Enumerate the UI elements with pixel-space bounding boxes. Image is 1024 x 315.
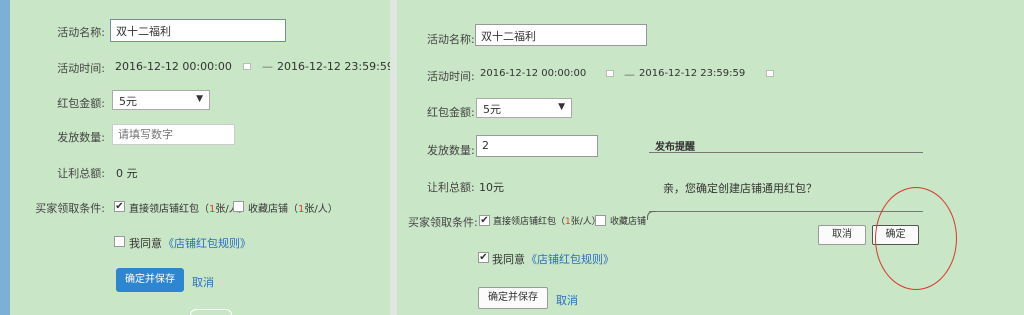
highlight-circle [875,187,957,290]
end-time[interactable]: 2016-12-12 23:59:59 [277,60,394,73]
agree-text: 我同意 [129,237,162,250]
screenshot-divider [390,0,397,315]
r-activity-name-value: 双十二福利 [481,30,536,43]
chevron-down-icon: ▼ [196,94,203,104]
r-condition-1-checkbox[interactable]: ✔ [479,215,490,226]
cancel-link[interactable]: 取消 [192,274,214,290]
r-start-time[interactable]: 2016-12-12 00:00:00 [480,68,586,79]
amount-value: 5元 [119,95,137,108]
r-profit-value: 10元 [479,181,504,194]
condition-2-text: 收藏店铺（1张/人） [248,200,338,215]
left-form-panel: 活动名称: 双十二福利 活动时间: 2016-12-12 00:00:00 — … [0,0,394,315]
r-condition-label: 买家领取条件: [408,216,478,229]
cursor-outline [190,309,232,315]
r-condition-2-checkbox[interactable] [595,215,606,226]
quantity-input[interactable] [112,124,235,145]
condition-2-prefix: 收藏店铺（ [248,204,298,215]
dialog-corner [647,211,656,220]
r-end-time[interactable]: 2016-12-12 23:59:59 [639,68,745,79]
r-quantity-value: 2 [482,139,489,152]
r-condition-2-text: 收藏店铺 [610,217,647,227]
r-activity-name-label: 活动名称: [427,33,475,46]
amount-select[interactable]: 5元 ▼ [112,90,210,110]
r-activity-name-input[interactable]: 双十二福利 [475,24,647,46]
r-rules-link[interactable]: 《店铺红包规则》 [526,251,614,267]
r-activity-time-label: 活动时间: [427,70,475,83]
r-quantity-label: 发放数量: [427,144,475,157]
dialog-title: 发布提醒 [655,142,695,153]
condition-2-checkbox[interactable] [233,201,244,212]
r-end-calendar-icon[interactable] [766,70,774,77]
r-quantity-input[interactable]: 2 [476,135,598,157]
activity-name-input[interactable]: 双十二福利 [110,19,286,42]
profit-label: 让利总额: [57,167,105,180]
activity-name-label: 活动名称: [57,26,105,39]
r-time-separator: — [624,68,635,81]
r-agree-checkbox[interactable]: ✔ [478,252,489,263]
time-separator: — [262,60,273,73]
condition-2-suffix: 张/人） [304,204,338,215]
r-save-button[interactable]: 确定并保存 [478,287,548,309]
agree-checkbox[interactable] [114,236,125,247]
dialog-title-divider [649,152,923,153]
condition-1-text: 直接领店铺红包（1张/人） [129,200,249,215]
dialog-cancel-button[interactable]: 取消 [818,225,866,245]
amount-label: 红包金额: [57,97,105,110]
r-condition-1-prefix: 直接领店铺红包（ [493,217,566,227]
r-cancel-link[interactable]: 取消 [556,292,578,308]
dialog-message: 亲，您确定创建店铺通用红包？ [663,182,817,195]
condition-label: 买家领取条件: [35,202,105,215]
r-profit-label: 让利总额: [427,181,475,194]
rules-link[interactable]: 《店铺红包规则》 [163,235,251,251]
r-start-calendar-icon[interactable] [606,70,614,77]
r-condition-1-text: 直接领店铺红包（1张/人） [493,214,601,227]
r-amount-select[interactable]: 5元 ▼ [476,98,572,118]
save-button[interactable]: 确定并保存 [116,268,184,292]
r-amount-label: 红包金额: [427,106,475,119]
start-calendar-icon[interactable] [243,63,251,70]
profit-value: 0 元 [116,167,138,180]
activity-name-value: 双十二福利 [116,25,171,38]
r-chevron-down-icon: ▼ [558,102,565,112]
activity-time-label: 活动时间: [57,62,105,75]
condition-1-prefix: 直接领店铺红包（ [129,204,209,215]
r-amount-value: 5元 [483,103,501,116]
window-edge [0,0,10,315]
start-time[interactable]: 2016-12-12 00:00:00 [115,60,232,73]
r-agree-text: 我同意 [492,253,525,266]
quantity-label: 发放数量: [57,131,105,144]
condition-1-checkbox[interactable]: ✔ [114,201,125,212]
